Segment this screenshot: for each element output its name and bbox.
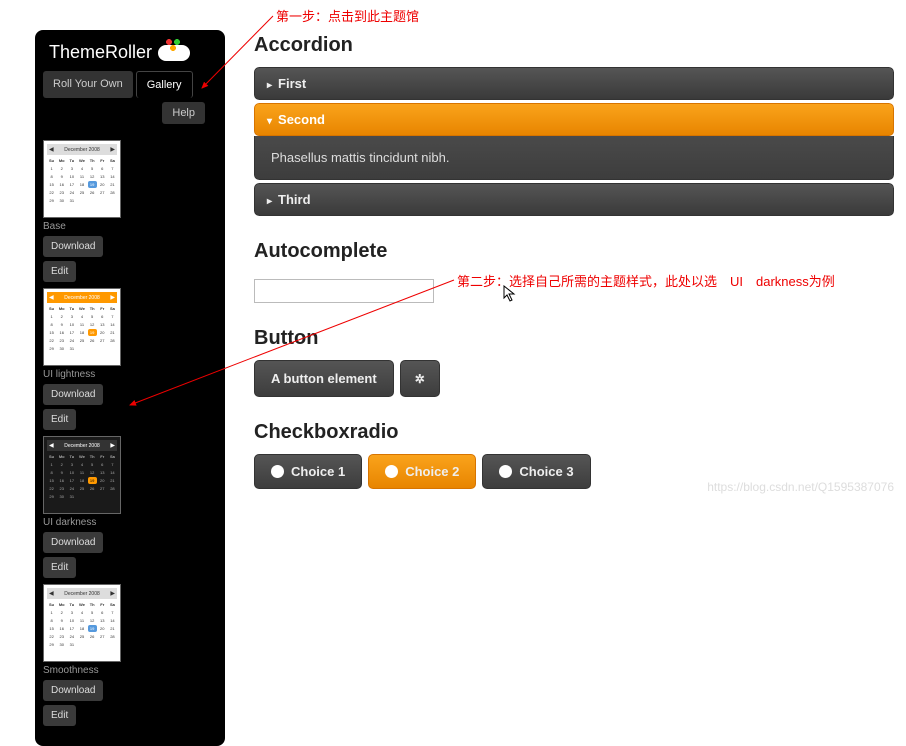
edit-button[interactable]: Edit bbox=[43, 705, 76, 726]
radio-dot-icon bbox=[271, 465, 284, 478]
cursor-pointer-icon bbox=[503, 285, 517, 303]
panel-tabs: Roll Your Own Gallery bbox=[43, 71, 217, 98]
theme-name-label: UI darkness bbox=[43, 517, 128, 528]
button-title: Button bbox=[254, 327, 894, 350]
theme-thumb: ◀December 2008▶SuMoTuWeThFrSa12345678910… bbox=[43, 436, 121, 514]
theme-name-label: UI lightness bbox=[43, 369, 128, 380]
theme-thumb: ◀December 2008▶SuMoTuWeThFrSa12345678910… bbox=[43, 584, 121, 662]
button-icon-only[interactable]: ✲ bbox=[400, 360, 440, 397]
download-button[interactable]: Download bbox=[43, 384, 103, 405]
triangle-right-icon: ▸ bbox=[267, 196, 272, 207]
accordion-widget: ▸First▾SecondPhasellus mattis tincidunt … bbox=[254, 67, 894, 216]
theme-ui-darkness[interactable]: ◀December 2008▶SuMoTuWeThFrSa12345678910… bbox=[43, 436, 128, 578]
button-section: Button A button element ✲ bbox=[254, 327, 894, 397]
theme-thumb: ◀December 2008▶SuMoTuWeThFrSa12345678910… bbox=[43, 288, 121, 366]
theme-base[interactable]: ◀December 2008▶SuMoTuWeThFrSa12345678910… bbox=[43, 140, 128, 282]
download-button[interactable]: Download bbox=[43, 236, 103, 257]
radio-label: Choice 2 bbox=[405, 464, 459, 479]
triangle-right-icon: ▸ bbox=[267, 80, 272, 91]
watermark: https://blog.csdn.net/Q1595387076 bbox=[707, 480, 894, 494]
radio-choice-3[interactable]: Choice 3 bbox=[482, 454, 590, 489]
download-button[interactable]: Download bbox=[43, 680, 103, 701]
edit-button[interactable]: Edit bbox=[43, 261, 76, 282]
radio-dot-icon bbox=[499, 465, 512, 478]
tab-gallery[interactable]: Gallery bbox=[136, 71, 193, 98]
accordion-header-third[interactable]: ▸Third bbox=[254, 183, 894, 216]
theme-gallery: ◀December 2008▶SuMoTuWeThFrSa12345678910… bbox=[43, 140, 217, 726]
accordion-header-first[interactable]: ▸First bbox=[254, 67, 894, 100]
help-button[interactable]: Help bbox=[162, 102, 205, 124]
accordion-title: Accordion bbox=[254, 34, 894, 57]
download-button[interactable]: Download bbox=[43, 532, 103, 553]
theme-smoothness[interactable]: ◀December 2008▶SuMoTuWeThFrSa12345678910… bbox=[43, 584, 128, 726]
theme-thumb: ◀December 2008▶SuMoTuWeThFrSa12345678910… bbox=[43, 140, 121, 218]
autocomplete-title: Autocomplete bbox=[254, 240, 894, 263]
edit-button[interactable]: Edit bbox=[43, 557, 76, 578]
radio-choice-1[interactable]: Choice 1 bbox=[254, 454, 362, 489]
button-element[interactable]: A button element bbox=[254, 360, 394, 397]
autocomplete-input[interactable] bbox=[254, 279, 434, 303]
radio-label: Choice 3 bbox=[519, 464, 573, 479]
theme-name-label: Smoothness bbox=[43, 665, 128, 676]
accordion-body: Phasellus mattis tincidunt nibh. bbox=[254, 136, 894, 180]
theme-ui-lightness[interactable]: ◀December 2008▶SuMoTuWeThFrSa12345678910… bbox=[43, 288, 128, 430]
checkboxradio-section: Checkboxradio Choice 1 Choice 2 Choice 3 bbox=[254, 421, 894, 489]
themeroller-logo: ThemeRoller bbox=[43, 38, 217, 71]
demo-area: Accordion ▸First▾SecondPhasellus mattis … bbox=[254, 34, 894, 489]
logo-text: ThemeRoller bbox=[49, 42, 152, 63]
annotation-step1: 第一步：点击到此主题馆 bbox=[276, 6, 419, 25]
radio-dot-icon bbox=[385, 465, 398, 478]
triangle-down-icon: ▾ bbox=[267, 116, 272, 127]
tab-roll-your-own[interactable]: Roll Your Own bbox=[43, 71, 133, 98]
radio-choice-2[interactable]: Choice 2 bbox=[368, 454, 476, 489]
gear-icon: ✲ bbox=[415, 372, 425, 386]
radio-label: Choice 1 bbox=[291, 464, 345, 479]
edit-button[interactable]: Edit bbox=[43, 409, 76, 430]
logo-badge-icon bbox=[158, 45, 190, 61]
checkboxradio-title: Checkboxradio bbox=[254, 421, 894, 444]
themeroller-panel: ThemeRoller Roll Your Own Gallery Help ◀… bbox=[35, 30, 225, 746]
accordion-header-second[interactable]: ▾Second bbox=[254, 103, 894, 136]
theme-name-label: Base bbox=[43, 221, 128, 232]
